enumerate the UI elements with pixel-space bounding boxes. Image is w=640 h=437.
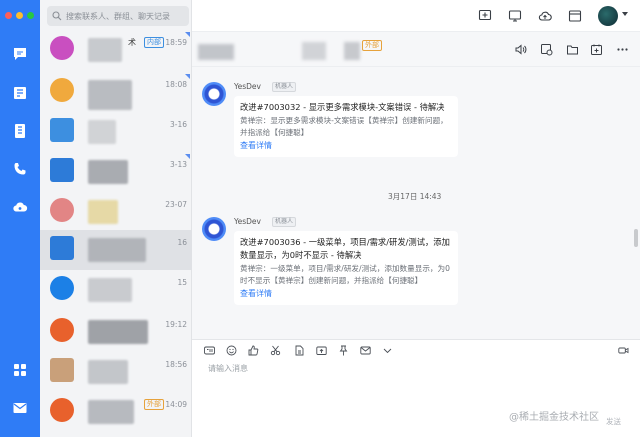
external-badge: 外部 <box>362 40 382 51</box>
avatar <box>50 398 74 422</box>
avatar <box>50 36 74 60</box>
conversation-time: 19:12 <box>165 320 187 329</box>
message-detail: 黄禅宗：一级菜单，项目/需求/研发/测试，添加数量显示，为0时不显示【黄禅宗】创… <box>240 264 450 285</box>
folder-upload-icon[interactable] <box>316 345 327 356</box>
top-toolbar <box>192 0 640 32</box>
message-input[interactable]: 请输入消息 <box>208 363 248 374</box>
messages-icon[interactable] <box>12 46 28 62</box>
workbench-icon[interactable] <box>12 123 28 139</box>
list-item[interactable]: 外部 14:09 <box>40 392 192 432</box>
avatar <box>50 358 74 382</box>
watermark: @稀土掘金技术社区 <box>509 412 599 423</box>
view-details-link[interactable]: 查看详情 <box>240 288 452 300</box>
list-item-selected[interactable]: 16 <box>40 230 192 270</box>
mail-icon[interactable] <box>12 400 28 416</box>
more-icon[interactable] <box>616 43 629 56</box>
list-item[interactable]: 18:08 <box>40 72 192 112</box>
conversation-title: 术 <box>128 38 136 47</box>
message-sender: YesDev <box>234 217 261 226</box>
left-rail <box>0 0 40 437</box>
docs-icon[interactable] <box>12 85 28 101</box>
chevron-down-icon[interactable] <box>382 345 393 356</box>
message-timestamp: 3月17日 14:43 <box>388 192 442 201</box>
user-avatar[interactable] <box>598 6 618 26</box>
message-card: 改进#7003032 - 显示更多需求模块-文案错误 - 待解决 黄禅宗：显示更… <box>234 96 458 157</box>
conversation-time: 18:59 <box>165 38 187 47</box>
bot-avatar <box>202 82 226 106</box>
chevron-down-icon[interactable] <box>622 12 628 16</box>
close-window-button[interactable] <box>5 12 12 19</box>
bot-badge: 机器人 <box>272 217 297 227</box>
message-area: YesDev 机器人 改进#7003032 - 显示更多需求模块-文案错误 - … <box>192 67 640 339</box>
screen-share-icon[interactable] <box>508 9 522 23</box>
avatar <box>50 236 74 260</box>
new-chat-icon[interactable] <box>478 9 492 23</box>
folder-icon[interactable] <box>566 43 579 56</box>
file-icon[interactable] <box>294 345 305 356</box>
message-sender: YesDev <box>234 82 261 91</box>
list-item[interactable]: 18:56 <box>40 352 192 392</box>
scrollbar[interactable] <box>634 229 638 247</box>
conversation-time: 16 <box>177 238 187 247</box>
avatar <box>50 78 74 102</box>
voice-call-icon[interactable] <box>514 43 527 56</box>
chat-header: 外部 <box>192 32 640 67</box>
conversation-time: 18:56 <box>165 360 187 369</box>
conversation-time: 3-13 <box>169 160 187 169</box>
conversation-time: 18:08 <box>165 80 187 89</box>
message-title: 改进#7003036 - 一级菜单，项目/需求/研发/测试，添加数量显示，为0时… <box>240 237 450 260</box>
gif-icon[interactable] <box>204 345 215 356</box>
video-icon[interactable] <box>618 345 629 356</box>
conversation-list: 搜索联系人、群组、聊天记录 术 内部 18:59 18:08 3-16 3-13… <box>40 0 192 437</box>
bot-avatar <box>202 217 226 241</box>
internal-badge: 内部 <box>144 37 164 48</box>
search-box[interactable]: 搜索联系人、群组、聊天记录 <box>47 6 189 26</box>
emoji-icon[interactable] <box>226 345 237 356</box>
list-item[interactable]: 3-13 <box>40 152 192 192</box>
avatar <box>50 198 74 222</box>
history-icon[interactable] <box>540 43 553 56</box>
calendar-add-icon[interactable] <box>590 43 603 56</box>
list-item[interactable]: 19:12 <box>40 312 192 352</box>
pin-icon[interactable] <box>338 345 349 356</box>
message-card: 改进#7003036 - 一级菜单，项目/需求/研发/测试，添加数量显示，为0时… <box>234 231 458 305</box>
search-input[interactable]: 搜索联系人、群组、聊天记录 <box>66 11 170 22</box>
conversation-time: 3-16 <box>169 120 187 129</box>
bot-badge: 机器人 <box>272 82 297 92</box>
mail-icon[interactable] <box>360 345 371 356</box>
avatar <box>50 276 74 300</box>
window-icon[interactable] <box>568 9 582 23</box>
phone-icon[interactable] <box>12 161 28 177</box>
search-icon <box>52 11 62 21</box>
list-item[interactable]: 23-07 <box>40 192 192 232</box>
cloud-drive-icon[interactable] <box>12 199 28 215</box>
cloud-upload-icon[interactable] <box>538 9 552 23</box>
thumbs-up-icon[interactable] <box>248 345 259 356</box>
conversation-time: 15 <box>177 278 187 287</box>
view-details-link[interactable]: 查看详情 <box>240 140 452 152</box>
send-button[interactable]: 发送 <box>606 416 621 427</box>
list-item[interactable]: 术 内部 18:59 <box>40 30 192 70</box>
minimize-window-button[interactable] <box>16 12 23 19</box>
message-composer: 请输入消息 @稀土掘金技术社区 发送 <box>192 339 640 437</box>
conversation-time: 14:09 <box>165 400 187 409</box>
list-item[interactable]: 3-16 <box>40 112 192 152</box>
external-badge: 外部 <box>144 399 164 410</box>
message-detail: 黄禅宗：显示更多需求模块-文案错误【黄禅宗】创建新问题，并指派给【何捷聪】 <box>240 116 448 137</box>
window-controls <box>5 12 34 19</box>
avatar <box>50 318 74 342</box>
avatar <box>50 118 74 142</box>
message-title: 改进#7003032 - 显示更多需求模块-文案错误 - 待解决 <box>240 102 445 112</box>
scissors-icon[interactable] <box>270 345 281 356</box>
apps-grid-icon[interactable] <box>12 362 28 378</box>
list-item[interactable]: 15 <box>40 270 192 310</box>
avatar <box>50 158 74 182</box>
zoom-window-button[interactable] <box>27 12 34 19</box>
conversation-time: 23-07 <box>165 200 187 209</box>
